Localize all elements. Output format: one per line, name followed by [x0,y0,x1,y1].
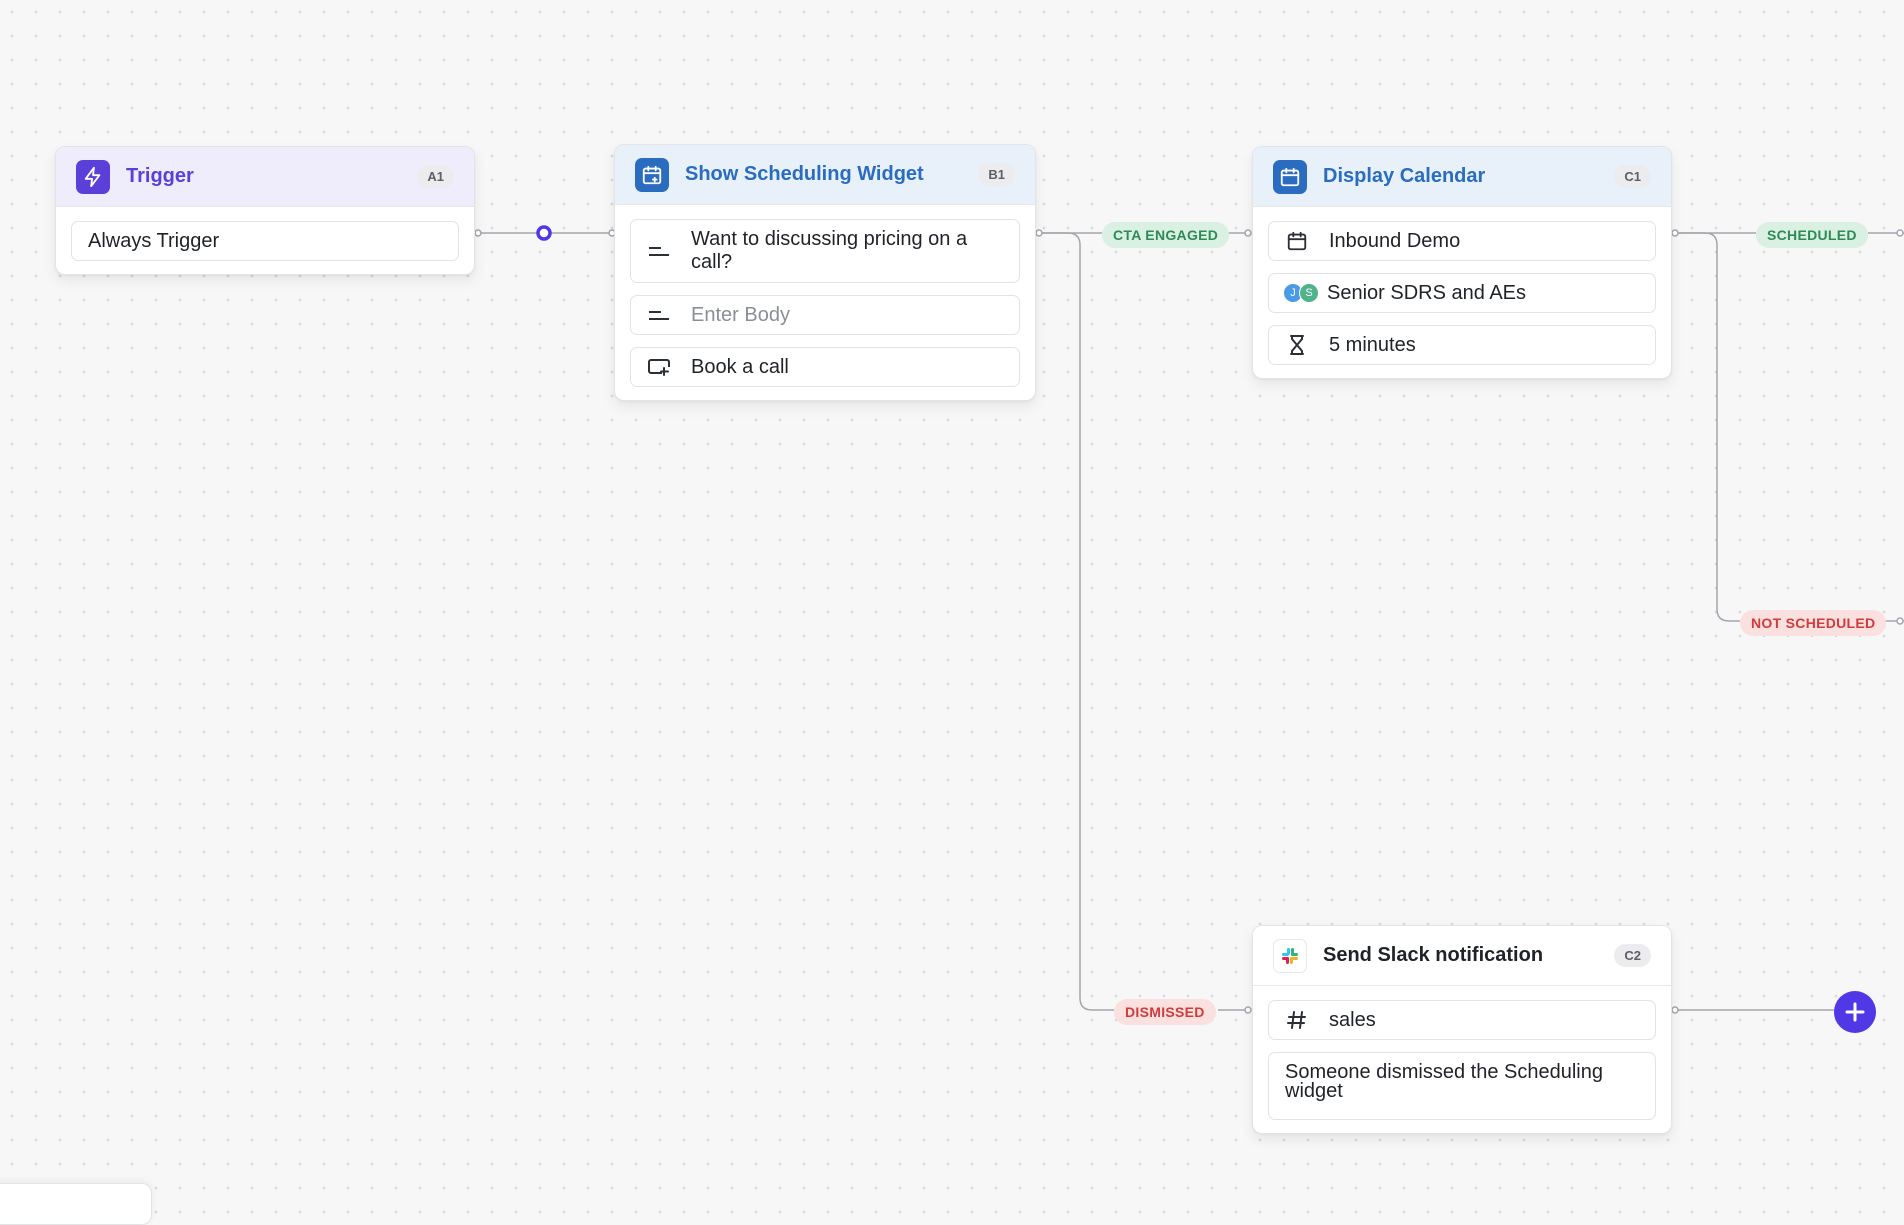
trigger-node-header[interactable]: Trigger A1 [56,147,474,207]
connector-handle[interactable] [536,225,552,241]
slack-message-field[interactable]: Someone dismissed the Scheduling widget [1268,1052,1656,1120]
plus-icon [1845,1002,1865,1022]
calendar-select-field[interactable]: Inbound Demo [1268,221,1656,261]
team-select-field[interactable]: J S Senior SDRS and AEs [1268,273,1656,313]
node-title: Display Calendar [1323,165,1486,187]
widget-body-placeholder: Enter Body [691,303,790,326]
text-lines-icon [647,303,671,327]
text-lines-icon [647,239,671,263]
trigger-condition-field[interactable]: Always Trigger [71,221,459,261]
node-id-badge: B1 [978,163,1015,186]
node-id-badge: C2 [1614,944,1651,967]
edge-label-cta-engaged[interactable]: CTA ENGAGED [1102,222,1230,248]
duration-value: 5 minutes [1329,333,1416,356]
display-calendar-node[interactable]: Display Calendar C1 Inbound Demo J S Sen… [1252,146,1672,379]
edge-label-scheduled[interactable]: SCHEDULED [1756,222,1868,248]
node-title: Trigger [126,165,194,187]
scheduling-widget-node[interactable]: Show Scheduling Widget B1 Want to discus… [614,144,1036,401]
duration-field[interactable]: 5 minutes [1268,325,1656,365]
bottom-toolbar-panel[interactable] [0,1183,152,1225]
calendar-plus-icon [635,157,669,192]
avatar-group: J S [1283,283,1319,303]
hash-icon [1285,1008,1309,1032]
trigger-condition-label: Always Trigger [88,229,220,252]
slack-icon [1273,938,1307,973]
scheduling-widget-node-header[interactable]: Show Scheduling Widget B1 [615,145,1035,205]
slack-message-text: Someone dismissed the Scheduling widget [1285,1061,1603,1102]
add-step-button[interactable] [1834,991,1876,1033]
hourglass-icon [1285,333,1309,357]
node-title: Send Slack notification [1323,944,1544,966]
widget-button-field[interactable]: Book a call [630,347,1020,387]
display-calendar-node-header[interactable]: Display Calendar C1 [1253,147,1671,207]
edge-label-dismissed[interactable]: DISMISSED [1114,999,1216,1025]
node-id-badge: C1 [1614,165,1651,188]
node-title: Show Scheduling Widget [685,163,924,185]
widget-body-field[interactable]: Enter Body [630,295,1020,335]
button-cursor-icon [647,355,671,379]
avatar: S [1299,283,1319,303]
widget-heading-field[interactable]: Want to discussing pricing on a call? [630,219,1020,283]
calendar-icon [1273,159,1307,194]
slack-node[interactable]: Send Slack notification C2 sales Someone… [1252,925,1672,1134]
calendar-icon [1285,229,1309,253]
widget-button-label: Book a call [691,355,789,378]
lightning-bolt-icon [76,159,110,194]
edge-label-not-scheduled[interactable]: NOT SCHEDULED [1740,610,1887,636]
widget-heading-text: Want to discussing pricing on a call? [691,228,968,273]
trigger-node[interactable]: Trigger A1 Always Trigger [55,146,475,275]
slack-channel-name: sales [1329,1008,1376,1031]
slack-channel-field[interactable]: sales [1268,1000,1656,1040]
slack-node-header[interactable]: Send Slack notification C2 [1253,926,1671,986]
node-id-badge: A1 [417,165,454,188]
team-name: Senior SDRS and AEs [1327,281,1526,304]
calendar-name: Inbound Demo [1329,229,1461,252]
